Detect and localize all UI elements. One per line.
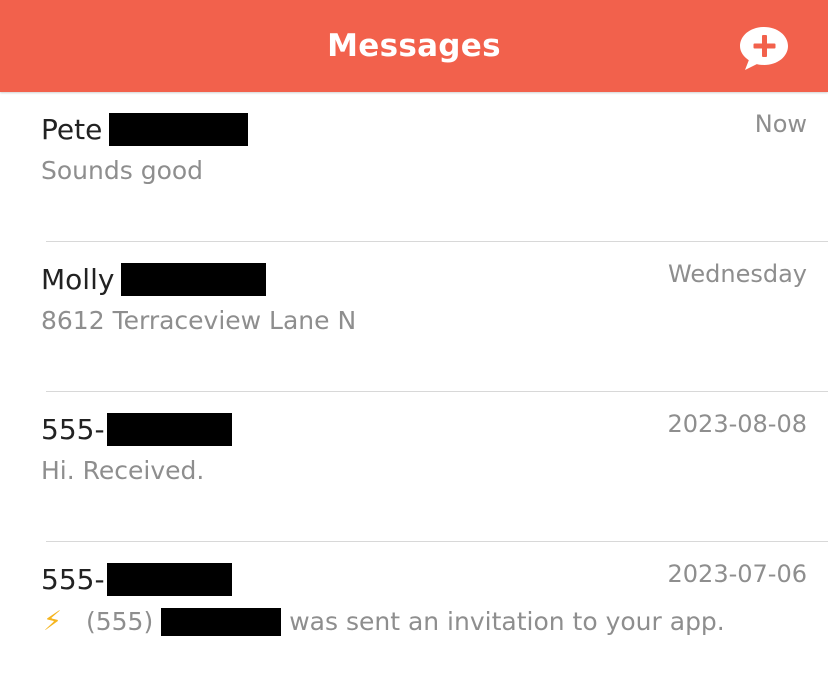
contact-name: 555-	[41, 412, 105, 446]
chat-bubble-plus-icon	[740, 27, 788, 70]
page-title: Messages	[327, 28, 501, 64]
conversation-row-phone-2[interactable]: 555- 2023-07-06 ⚡ (555) was sent an invi…	[0, 542, 828, 692]
redacted-surname	[109, 112, 249, 146]
message-preview: Sounds good	[41, 156, 204, 185]
redacted-surname	[121, 262, 267, 296]
message-preview: ⚡ (555) was sent an invitation to your a…	[41, 606, 725, 637]
navigation-bar: Messages	[0, 0, 828, 92]
message-time: 2023-08-08	[667, 410, 807, 438]
preview-suffix: was sent an invitation to your app.	[289, 607, 725, 636]
conversation-row-pete[interactable]: Pete Now Sounds good	[0, 92, 828, 242]
contact-line: Pete	[41, 112, 249, 146]
conversation-list: Pete Now Sounds good Molly Wednesday 861…	[0, 92, 828, 692]
contact-line: 555-	[41, 412, 232, 446]
contact-line: 555-	[41, 562, 232, 596]
conversation-row-phone-1[interactable]: 555- 2023-08-08 Hi. Received.	[0, 392, 828, 542]
message-preview: 8612 Terraceview Lane N	[41, 306, 357, 335]
conversation-row-molly[interactable]: Molly Wednesday 8612 Terraceview Lane N	[0, 242, 828, 392]
message-time: Wednesday	[668, 260, 807, 288]
contact-line: Molly	[41, 262, 267, 296]
contact-name: Pete	[41, 112, 103, 146]
preview-prefix: (555)	[85, 607, 154, 636]
contact-name: Molly	[41, 262, 115, 296]
redacted-number	[161, 607, 282, 636]
lightning-bolt-icon: ⚡	[43, 606, 62, 637]
contact-name: 555-	[41, 562, 105, 596]
message-time: Now	[754, 110, 807, 138]
redacted-number	[106, 562, 232, 596]
redacted-number	[106, 412, 232, 446]
compose-button[interactable]	[737, 24, 791, 74]
message-preview: Hi. Received.	[41, 456, 205, 485]
message-time: 2023-07-06	[667, 560, 807, 588]
